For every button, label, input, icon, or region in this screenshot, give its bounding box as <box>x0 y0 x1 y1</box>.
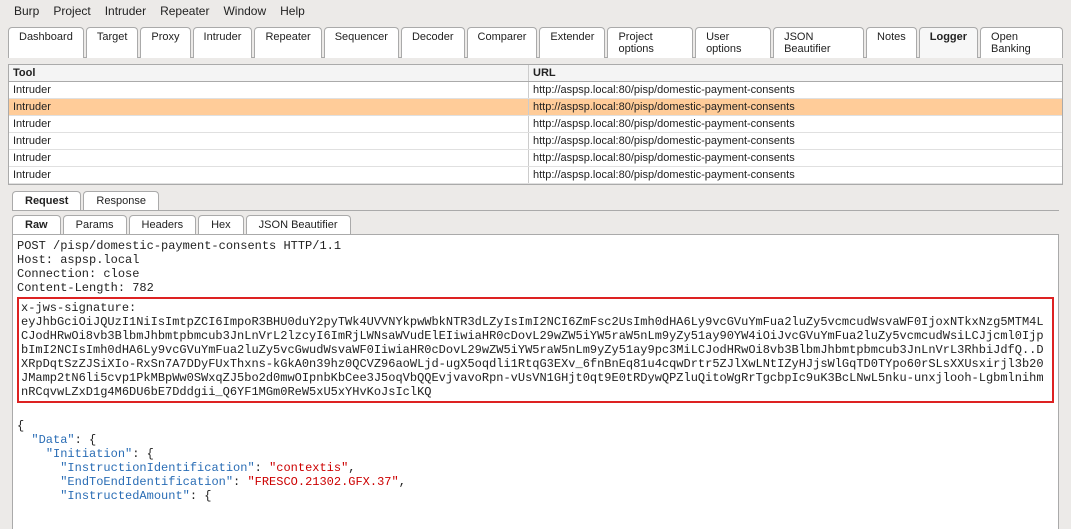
jws-signature-highlight: x-jws-signature: eyJhbGciOiJQUzI1NiIsImt… <box>17 297 1054 403</box>
menu-item-repeater[interactable]: Repeater <box>160 4 209 18</box>
table-row[interactable]: Intruderhttp://aspsp.local:80/pisp/domes… <box>9 116 1062 133</box>
tab-proxy[interactable]: Proxy <box>140 27 190 58</box>
fmt-tab-json-beautifier[interactable]: JSON Beautifier <box>246 215 351 234</box>
tab-project-options[interactable]: Project options <box>607 27 693 58</box>
tab-dashboard[interactable]: Dashboard <box>8 27 84 58</box>
cell-tool: Intruder <box>9 133 529 149</box>
menu-item-intruder[interactable]: Intruder <box>105 4 146 18</box>
cell-tool: Intruder <box>9 150 529 166</box>
format-tabs: RawParamsHeadersHexJSON Beautifier <box>12 215 1059 234</box>
fmt-tab-headers[interactable]: Headers <box>129 215 197 234</box>
table-row[interactable]: Intruderhttp://aspsp.local:80/pisp/domes… <box>9 82 1062 99</box>
column-header-url[interactable]: URL <box>529 65 1062 81</box>
menu-item-project[interactable]: Project <box>53 4 90 18</box>
tab-logger[interactable]: Logger <box>919 27 978 58</box>
cell-tool: Intruder <box>9 99 529 115</box>
cell-url: http://aspsp.local:80/pisp/domestic-paym… <box>529 82 1062 98</box>
menu-bar: Burp Project Intruder Repeater Window Help <box>0 0 1071 22</box>
tab-decoder[interactable]: Decoder <box>401 27 465 58</box>
tab-intruder[interactable]: Intruder <box>193 27 253 58</box>
rr-tabs-border <box>12 210 1059 211</box>
app-window: BurpProjectIntruderRepeaterWindowHelp Da… <box>0 0 1071 529</box>
menu-item-burp[interactable]: Burp <box>14 4 39 18</box>
menu-item-window[interactable]: Window <box>223 4 266 18</box>
table-row[interactable]: Intruderhttp://aspsp.local:80/pisp/domes… <box>9 99 1062 116</box>
log-table: Tool URL Intruderhttp://aspsp.local:80/p… <box>8 64 1063 185</box>
table-body: Intruderhttp://aspsp.local:80/pisp/domes… <box>9 82 1062 184</box>
tab-sequencer[interactable]: Sequencer <box>324 27 399 58</box>
main-tabs: DashboardTargetProxyIntruderRepeaterSequ… <box>0 22 1071 57</box>
tab-notes[interactable]: Notes <box>866 27 917 58</box>
tab-user-options[interactable]: User options <box>695 27 771 58</box>
cell-tool: Intruder <box>9 82 529 98</box>
tab-target[interactable]: Target <box>86 27 139 58</box>
table-row[interactable]: Intruderhttp://aspsp.local:80/pisp/domes… <box>9 133 1062 150</box>
cell-url: http://aspsp.local:80/pisp/domestic-paym… <box>529 167 1062 183</box>
tab-request[interactable]: Request <box>12 191 81 210</box>
cell-url: http://aspsp.local:80/pisp/domestic-paym… <box>529 99 1062 115</box>
column-header-tool[interactable]: Tool <box>9 65 529 81</box>
table-header: Tool URL <box>9 65 1062 82</box>
table-row[interactable]: Intruderhttp://aspsp.local:80/pisp/domes… <box>9 167 1062 184</box>
cell-tool: Intruder <box>9 116 529 132</box>
tab-response[interactable]: Response <box>83 191 159 210</box>
fmt-tab-hex[interactable]: Hex <box>198 215 244 234</box>
menu-item-help[interactable]: Help <box>280 4 305 18</box>
request-raw-view[interactable]: POST /pisp/domestic-payment-consents HTT… <box>12 235 1059 529</box>
table-row[interactable]: Intruderhttp://aspsp.local:80/pisp/domes… <box>9 150 1062 167</box>
tab-repeater[interactable]: Repeater <box>254 27 321 58</box>
fmt-tab-params[interactable]: Params <box>63 215 127 234</box>
fmt-tab-raw[interactable]: Raw <box>12 215 61 234</box>
cell-url: http://aspsp.local:80/pisp/domestic-paym… <box>529 150 1062 166</box>
cell-url: http://aspsp.local:80/pisp/domestic-paym… <box>529 116 1062 132</box>
tab-extender[interactable]: Extender <box>539 27 605 58</box>
cell-tool: Intruder <box>9 167 529 183</box>
tab-json-beautifier[interactable]: JSON Beautifier <box>773 27 864 58</box>
tab-open-banking[interactable]: Open Banking <box>980 27 1063 58</box>
request-response-tabs: RequestResponse <box>12 191 1059 210</box>
tab-comparer[interactable]: Comparer <box>467 27 538 58</box>
cell-url: http://aspsp.local:80/pisp/domestic-paym… <box>529 133 1062 149</box>
